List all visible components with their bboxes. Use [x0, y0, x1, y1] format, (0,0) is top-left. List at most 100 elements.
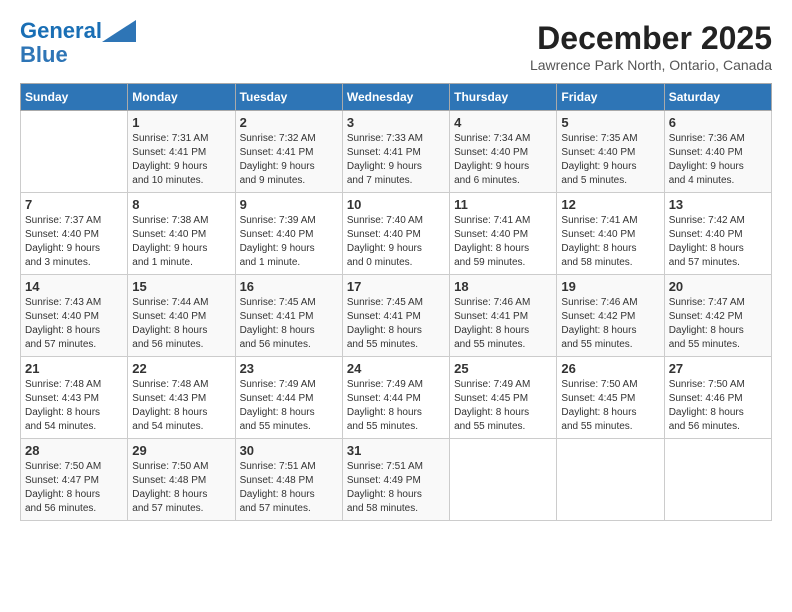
calendar-week-row: 1 Sunrise: 7:31 AM Sunset: 4:41 PM Daylig…: [21, 111, 772, 193]
day-info: Sunrise: 7:34 AM Sunset: 4:40 PM Dayligh…: [454, 132, 552, 188]
calendar-day-cell: 21 Sunrise: 7:48 AM Sunset: 4:43 PM Dayli…: [21, 357, 128, 439]
day-number: 28: [25, 443, 123, 458]
day-number: 20: [669, 279, 767, 294]
day-number: 12: [561, 197, 659, 212]
calendar-table: SundayMondayTuesdayWednesdayThursdayFrid…: [20, 83, 772, 521]
day-info: Sunrise: 7:48 AM Sunset: 4:43 PM Dayligh…: [132, 378, 230, 434]
day-number: 22: [132, 361, 230, 376]
location: Lawrence Park North, Ontario, Canada: [530, 57, 772, 73]
day-info: Sunrise: 7:39 AM Sunset: 4:40 PM Dayligh…: [240, 214, 338, 270]
day-info: Sunrise: 7:46 AM Sunset: 4:42 PM Dayligh…: [561, 296, 659, 352]
calendar-day-cell: 7 Sunrise: 7:37 AM Sunset: 4:40 PM Daylig…: [21, 193, 128, 275]
calendar-day-cell: 3Sunrise: 7:33 AM Sunset: 4:41 PM Daylig…: [342, 111, 449, 193]
calendar-day-cell: 13 Sunrise: 7:42 AM Sunset: 4:40 PM Dayli…: [664, 193, 771, 275]
day-number: 24: [347, 361, 445, 376]
day-number: 11: [454, 197, 552, 212]
weekday-header-cell: Wednesday: [342, 84, 449, 111]
calendar-day-cell: 11 Sunrise: 7:41 AM Sunset: 4:40 PM Dayli…: [450, 193, 557, 275]
header: General Blue December 2025 Lawrence Park…: [20, 20, 772, 73]
day-number: 19: [561, 279, 659, 294]
day-info: Sunrise: 7:49 AM Sunset: 4:44 PM Dayligh…: [347, 378, 445, 434]
day-info: Sunrise: 7:40 AM Sunset: 4:40 PM Dayligh…: [347, 214, 445, 270]
day-info: Sunrise: 7:42 AM Sunset: 4:40 PM Dayligh…: [669, 214, 767, 270]
day-number: 3: [347, 115, 445, 130]
day-info: Sunrise: 7:48 AM Sunset: 4:43 PM Dayligh…: [25, 378, 123, 434]
calendar-day-cell: 18 Sunrise: 7:46 AM Sunset: 4:41 PM Dayli…: [450, 275, 557, 357]
weekday-header-row: SundayMondayTuesdayWednesdayThursdayFrid…: [21, 84, 772, 111]
day-number: 29: [132, 443, 230, 458]
weekday-header-cell: Tuesday: [235, 84, 342, 111]
day-info: Sunrise: 7:38 AM Sunset: 4:40 PM Dayligh…: [132, 214, 230, 270]
logo: General Blue: [20, 20, 136, 68]
day-number: 21: [25, 361, 123, 376]
day-info: Sunrise: 7:50 AM Sunset: 4:46 PM Dayligh…: [669, 378, 767, 434]
calendar-day-cell: 12Sunrise: 7:41 AM Sunset: 4:40 PM Dayli…: [557, 193, 664, 275]
day-number: 26: [561, 361, 659, 376]
day-info: Sunrise: 7:51 AM Sunset: 4:48 PM Dayligh…: [240, 460, 338, 516]
calendar-day-cell: 29Sunrise: 7:50 AM Sunset: 4:48 PM Dayli…: [128, 439, 235, 521]
day-number: 23: [240, 361, 338, 376]
logo-blue: Blue: [20, 42, 68, 67]
calendar-day-cell: 30Sunrise: 7:51 AM Sunset: 4:48 PM Dayli…: [235, 439, 342, 521]
calendar-day-cell: 14 Sunrise: 7:43 AM Sunset: 4:40 PM Dayli…: [21, 275, 128, 357]
day-number: 27: [669, 361, 767, 376]
day-number: 17: [347, 279, 445, 294]
day-number: 10: [347, 197, 445, 212]
calendar-day-cell: [21, 111, 128, 193]
day-number: 2: [240, 115, 338, 130]
day-number: 18: [454, 279, 552, 294]
calendar-day-cell: 24 Sunrise: 7:49 AM Sunset: 4:44 PM Dayli…: [342, 357, 449, 439]
day-number: 1: [132, 115, 230, 130]
calendar-day-cell: 19 Sunrise: 7:46 AM Sunset: 4:42 PM Dayli…: [557, 275, 664, 357]
weekday-header-cell: Monday: [128, 84, 235, 111]
day-info: Sunrise: 7:46 AM Sunset: 4:41 PM Dayligh…: [454, 296, 552, 352]
calendar-day-cell: 26Sunrise: 7:50 AM Sunset: 4:45 PM Dayli…: [557, 357, 664, 439]
calendar-week-row: 14 Sunrise: 7:43 AM Sunset: 4:40 PM Dayli…: [21, 275, 772, 357]
day-number: 4: [454, 115, 552, 130]
day-info: Sunrise: 7:45 AM Sunset: 4:41 PM Dayligh…: [347, 296, 445, 352]
day-info: Sunrise: 7:49 AM Sunset: 4:45 PM Dayligh…: [454, 378, 552, 434]
calendar-day-cell: 6Sunrise: 7:36 AM Sunset: 4:40 PM Daylig…: [664, 111, 771, 193]
calendar-day-cell: 2 Sunrise: 7:32 AM Sunset: 4:41 PM Daylig…: [235, 111, 342, 193]
logo-icon: [102, 20, 136, 42]
calendar-week-row: 28Sunrise: 7:50 AM Sunset: 4:47 PM Dayli…: [21, 439, 772, 521]
calendar-body: 1 Sunrise: 7:31 AM Sunset: 4:41 PM Daylig…: [21, 111, 772, 521]
month-title: December 2025: [530, 20, 772, 57]
day-number: 25: [454, 361, 552, 376]
day-number: 9: [240, 197, 338, 212]
calendar-day-cell: 9 Sunrise: 7:39 AM Sunset: 4:40 PM Daylig…: [235, 193, 342, 275]
day-number: 16: [240, 279, 338, 294]
calendar-day-cell: 31Sunrise: 7:51 AM Sunset: 4:49 PM Dayli…: [342, 439, 449, 521]
calendar-day-cell: [557, 439, 664, 521]
calendar-day-cell: 5 Sunrise: 7:35 AM Sunset: 4:40 PM Daylig…: [557, 111, 664, 193]
day-number: 6: [669, 115, 767, 130]
day-number: 13: [669, 197, 767, 212]
day-info: Sunrise: 7:41 AM Sunset: 4:40 PM Dayligh…: [454, 214, 552, 270]
calendar-day-cell: 16 Sunrise: 7:45 AM Sunset: 4:41 PM Dayli…: [235, 275, 342, 357]
calendar-week-row: 21 Sunrise: 7:48 AM Sunset: 4:43 PM Dayli…: [21, 357, 772, 439]
calendar-day-cell: 4 Sunrise: 7:34 AM Sunset: 4:40 PM Daylig…: [450, 111, 557, 193]
day-info: Sunrise: 7:31 AM Sunset: 4:41 PM Dayligh…: [132, 132, 230, 188]
weekday-header-cell: Thursday: [450, 84, 557, 111]
day-info: Sunrise: 7:35 AM Sunset: 4:40 PM Dayligh…: [561, 132, 659, 188]
weekday-header-cell: Saturday: [664, 84, 771, 111]
day-info: Sunrise: 7:43 AM Sunset: 4:40 PM Dayligh…: [25, 296, 123, 352]
day-info: Sunrise: 7:47 AM Sunset: 4:42 PM Dayligh…: [669, 296, 767, 352]
calendar-day-cell: 25 Sunrise: 7:49 AM Sunset: 4:45 PM Dayli…: [450, 357, 557, 439]
calendar-day-cell: 20 Sunrise: 7:47 AM Sunset: 4:42 PM Dayli…: [664, 275, 771, 357]
day-number: 7: [25, 197, 123, 212]
calendar-day-cell: 15Sunrise: 7:44 AM Sunset: 4:40 PM Dayli…: [128, 275, 235, 357]
calendar-day-cell: [664, 439, 771, 521]
calendar-day-cell: 27 Sunrise: 7:50 AM Sunset: 4:46 PM Dayli…: [664, 357, 771, 439]
day-number: 15: [132, 279, 230, 294]
calendar-day-cell: 22 Sunrise: 7:48 AM Sunset: 4:43 PM Dayli…: [128, 357, 235, 439]
day-info: Sunrise: 7:37 AM Sunset: 4:40 PM Dayligh…: [25, 214, 123, 270]
day-info: Sunrise: 7:32 AM Sunset: 4:41 PM Dayligh…: [240, 132, 338, 188]
calendar-day-cell: [450, 439, 557, 521]
day-info: Sunrise: 7:45 AM Sunset: 4:41 PM Dayligh…: [240, 296, 338, 352]
day-number: 5: [561, 115, 659, 130]
day-number: 14: [25, 279, 123, 294]
calendar-day-cell: 1 Sunrise: 7:31 AM Sunset: 4:41 PM Daylig…: [128, 111, 235, 193]
calendar-day-cell: 17 Sunrise: 7:45 AM Sunset: 4:41 PM Dayli…: [342, 275, 449, 357]
calendar-week-row: 7 Sunrise: 7:37 AM Sunset: 4:40 PM Daylig…: [21, 193, 772, 275]
